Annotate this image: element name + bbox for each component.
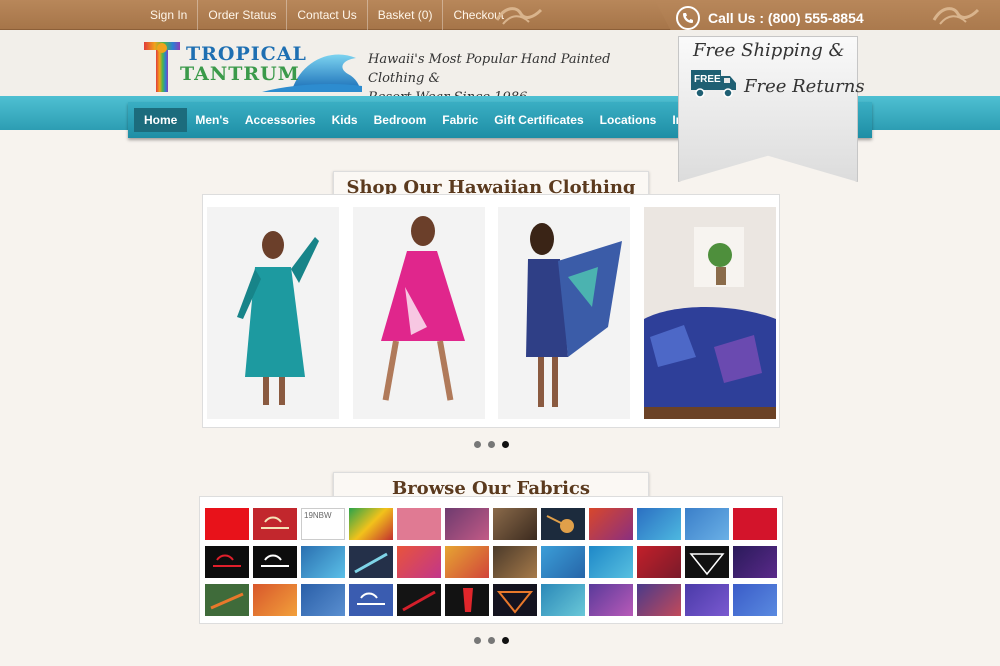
fabric-swatch[interactable]	[493, 546, 537, 578]
fabric-slider-dots	[474, 637, 509, 644]
fabric-swatch[interactable]	[541, 508, 585, 540]
fabric-swatch[interactable]	[253, 546, 297, 578]
fabric-swatch[interactable]	[541, 546, 585, 578]
call-us-text: Call Us : (800) 555-8854	[708, 10, 864, 26]
fabric-swatch[interactable]	[589, 584, 633, 616]
fabric-swatch[interactable]	[589, 508, 633, 540]
fabric-dot-2[interactable]	[488, 637, 495, 644]
fabric-swatch[interactable]	[205, 584, 249, 616]
slide-caftan-dress[interactable]	[498, 207, 630, 419]
fabric-swatch[interactable]	[637, 584, 681, 616]
bedroom-image	[644, 207, 776, 419]
fabric-swatch[interactable]	[253, 584, 297, 616]
nav-kids[interactable]: Kids	[324, 108, 366, 132]
nav-locations[interactable]: Locations	[592, 108, 665, 132]
nav-bedroom[interactable]: Bedroom	[366, 108, 435, 132]
contact-us-link[interactable]: Contact Us	[287, 0, 368, 30]
nav-accessories[interactable]: Accessories	[237, 108, 324, 132]
wave-decoration-icon	[932, 7, 980, 25]
slider-dot-1[interactable]	[474, 441, 481, 448]
fabric-swatch[interactable]	[253, 508, 297, 540]
basket-link[interactable]: Basket (0)	[368, 0, 444, 30]
teal-dress-image	[207, 207, 339, 419]
logo-wordmark: TROPICAL TANTRUM	[180, 43, 307, 84]
sign-in-link[interactable]: Sign In	[140, 0, 199, 30]
phone-icon	[676, 6, 700, 30]
clothing-slider-dots	[474, 441, 509, 448]
slide-pink-dress[interactable]	[353, 207, 485, 419]
order-status-link[interactable]: Order Status	[198, 0, 288, 30]
fabric-dot-3[interactable]	[502, 637, 509, 644]
logo-line-1: TROPICAL	[186, 43, 307, 65]
fabric-swatch[interactable]	[589, 546, 633, 578]
fabric-swatch[interactable]	[493, 508, 537, 540]
caftan-dress-image	[498, 207, 630, 419]
fabric-swatch[interactable]	[349, 508, 393, 540]
fabric-swatch[interactable]: 19NBW	[301, 508, 345, 540]
fabric-swatch[interactable]	[733, 508, 777, 540]
fabric-swatch[interactable]	[733, 546, 777, 578]
fabric-swatch[interactable]	[349, 546, 393, 578]
fabric-swatch[interactable]	[685, 584, 729, 616]
fabric-swatch[interactable]	[397, 584, 441, 616]
slide-teal-dress[interactable]	[207, 207, 339, 419]
fabric-dot-1[interactable]	[474, 637, 481, 644]
slider-dot-2[interactable]	[488, 441, 495, 448]
fabric-swatch[interactable]	[205, 546, 249, 578]
fabric-swatch[interactable]	[637, 508, 681, 540]
fabric-grid: 19NBW	[205, 508, 779, 616]
top-links: Sign In Order Status Contact Us Basket (…	[140, 0, 514, 30]
logo-line-2: TANTRUM	[180, 63, 300, 85]
fabric-swatch[interactable]	[301, 584, 345, 616]
fabric-swatch[interactable]	[685, 546, 729, 578]
slider-dot-3[interactable]	[502, 441, 509, 448]
free-badge: FREE	[694, 74, 721, 85]
fabric-swatch[interactable]	[493, 584, 537, 616]
fabric-swatch[interactable]	[349, 584, 393, 616]
fabric-swatch[interactable]	[205, 508, 249, 540]
free-shipping-text: Free Shipping &	[693, 40, 845, 61]
pink-dress-image	[353, 207, 485, 419]
wave-decoration-icon	[495, 7, 543, 25]
fabric-swatch[interactable]	[637, 546, 681, 578]
nav-fabric[interactable]: Fabric	[434, 108, 486, 132]
fabric-swatch[interactable]	[445, 546, 489, 578]
fabric-swatch[interactable]	[445, 508, 489, 540]
fabric-swatch[interactable]	[733, 584, 777, 616]
tagline-line-1: Hawaii's Most Popular Hand Painted Cloth…	[368, 52, 611, 86]
call-us[interactable]: Call Us : (800) 555-8854	[676, 6, 864, 30]
fabric-swatch[interactable]	[301, 546, 345, 578]
nav-items: Home Men's Accessories Kids Bedroom Fabr…	[134, 108, 753, 132]
fabric-swatch[interactable]	[685, 508, 729, 540]
nav-gift-certificates[interactable]: Gift Certificates	[486, 108, 591, 132]
nav-mens[interactable]: Men's	[187, 108, 237, 132]
broken-image-label: 19NBW	[304, 511, 332, 520]
nav-home[interactable]: Home	[134, 108, 188, 132]
fabric-swatch[interactable]	[541, 584, 585, 616]
slide-bedroom[interactable]	[644, 207, 776, 419]
fabric-swatch[interactable]	[397, 508, 441, 540]
fabric-swatch[interactable]	[397, 546, 441, 578]
free-returns-text: Free Returns	[744, 76, 865, 97]
fabric-swatch[interactable]	[445, 584, 489, 616]
